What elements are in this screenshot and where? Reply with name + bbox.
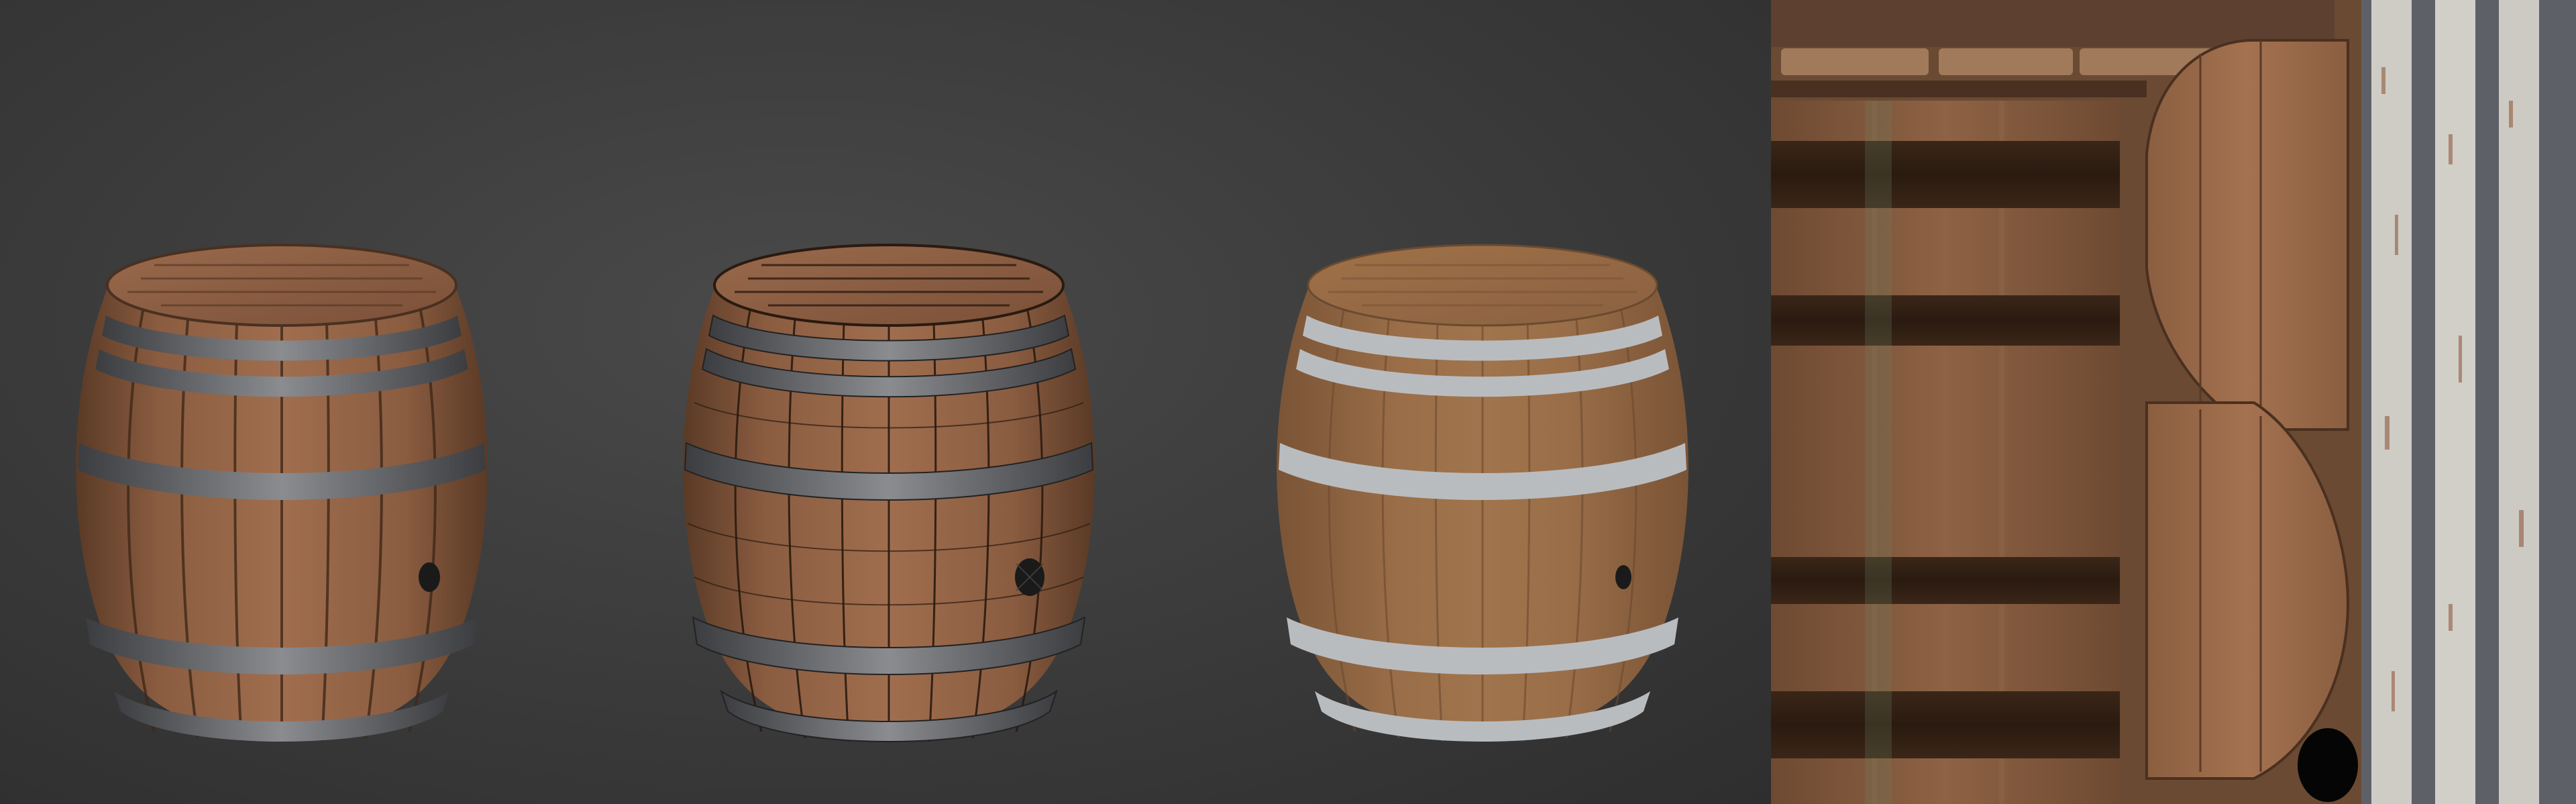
texture-atlas — [1771, 0, 2576, 804]
barrel-pbr-shaded-render — [76, 244, 488, 742]
barrel-pbr-shaded — [67, 201, 496, 778]
barrel-wireframe — [674, 201, 1104, 778]
barrel-wireframe-render — [683, 244, 1095, 742]
barrel-albedo — [1268, 201, 1697, 778]
texture-atlas-render — [1771, 0, 2576, 804]
3d-viewport[interactable] — [0, 0, 1771, 804]
barrel-albedo-render — [1277, 244, 1688, 742]
